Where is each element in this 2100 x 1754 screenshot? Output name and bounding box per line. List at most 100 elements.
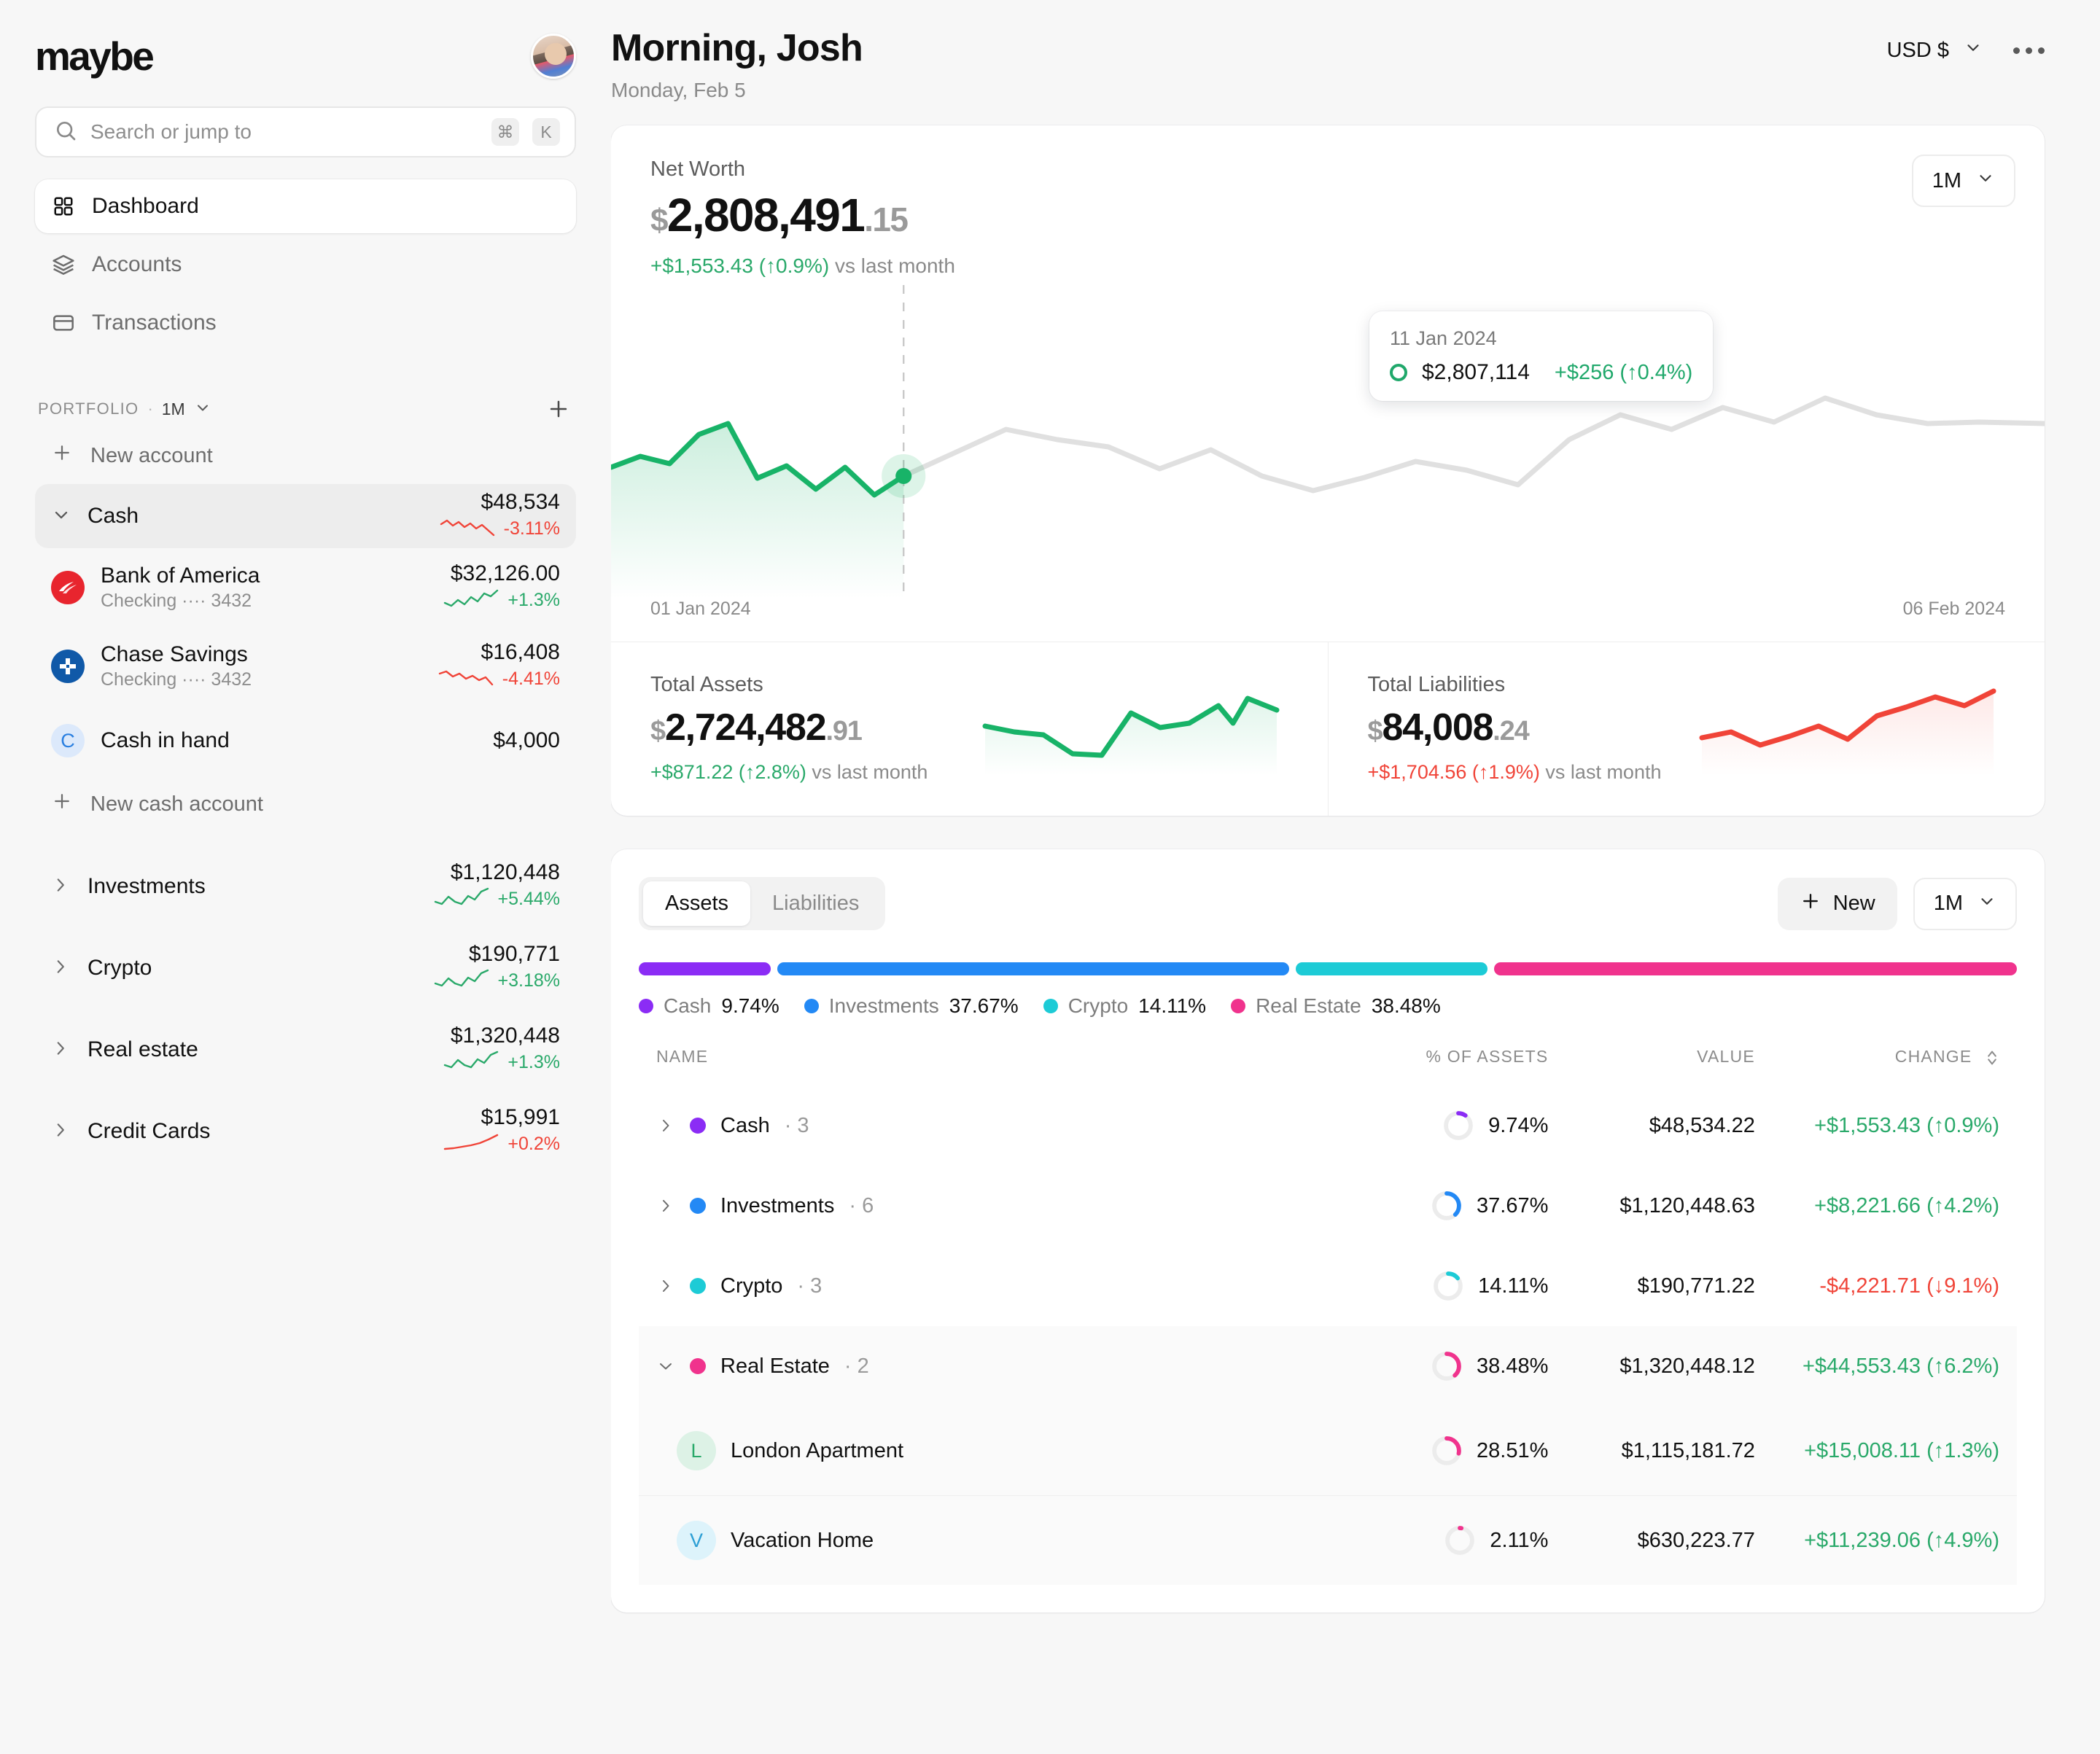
account-group-value: $15,991 [481,1105,560,1129]
avatar[interactable] [531,34,576,79]
account-name: Cash in hand [101,728,230,753]
card-icon [51,311,76,335]
search-input[interactable]: Search or jump to ⌘ K [35,106,576,157]
currency-selector[interactable]: USD $ [1887,38,1983,63]
legend-item-real-estate: Real Estate 38.48% [1231,994,1441,1018]
table-row[interactable]: Cash · 3 9.74% [639,1085,2017,1166]
chevron-right-icon[interactable] [51,1039,70,1061]
assets-table: NAME % OF ASSETS VALUE CHANGE [639,1047,2017,1585]
account-item-chase-savings[interactable]: Chase Savings Checking ···· 3432 $16,408… [35,627,576,706]
portfolio-separator: · [147,399,152,418]
total-assets-change-value: +$871.22 (↑2.8%) [650,761,806,783]
net-worth-change: +$1,553.43 (↑0.9%) vs last month [650,254,2005,278]
row-value: $1,120,448.63 [1548,1166,1755,1246]
main-nav: Dashboard Accounts Transactions [35,179,576,354]
row-label: Investments [720,1194,834,1218]
chevron-right-icon[interactable] [656,1197,675,1215]
add-portfolio-button[interactable] [544,394,573,424]
row-pct: 14.11% [1478,1274,1548,1298]
kbd-k: K [532,118,560,146]
sidebar-header: maybe [35,29,576,83]
layers-icon [51,252,76,277]
page-subtitle-date: Monday, Feb 5 [611,79,863,102]
chevron-right-icon[interactable] [51,876,70,898]
new-cash-account-button[interactable]: New cash account [35,776,576,833]
chase-logo [51,650,85,683]
tooltip-marker-icon [1390,364,1407,381]
account-group-crypto[interactable]: Crypto $190,771 +3.18% [35,927,576,1009]
col-change-label: CHANGE [1895,1047,1972,1066]
tab-liabilities[interactable]: Liabilities [750,881,881,926]
account-change: -4.41% [502,669,560,690]
chevron-down-icon [1964,38,1983,63]
col-pct-of-assets: % OF ASSETS [1356,1047,1549,1085]
assets-period-selector[interactable]: 1M [1913,878,2017,930]
legend-label: Cash [664,994,711,1018]
row-pct: 9.74% [1488,1114,1548,1138]
total-liabilities-stat: Total Liabilities $84,008.24 +$1,704.56 … [1328,642,2045,816]
account-item-cash-in-hand[interactable]: C Cash in hand $4,000 [35,706,576,776]
main-content: Morning, Josh Monday, Feb 5 USD $ Net Wo… [611,0,2100,1754]
portfolio-period[interactable]: 1M [162,399,185,419]
chevron-down-icon[interactable] [656,1357,675,1375]
account-group-investments[interactable]: Investments $1,120,448 +5.44% [35,846,576,927]
chevron-right-icon[interactable] [51,957,70,980]
period-label: 1M [1934,892,1963,916]
account-group-real-estate[interactable]: Real estate $1,320,448 +1.3% [35,1009,576,1091]
chevron-right-icon[interactable] [51,1120,70,1143]
tab-assets[interactable]: Assets [643,881,750,926]
account-item-bank-of-america[interactable]: Bank of America Checking ···· 3432 $32,1… [35,548,576,627]
table-row[interactable]: Crypto · 3 14.11% [639,1246,2017,1326]
net-worth-label: Net Worth [650,157,2005,182]
row-pct-cell: 14.11% [1356,1246,1549,1326]
account-group-change: +3.18% [498,970,561,991]
account-subtitle: Checking ···· 3432 [101,590,260,612]
row-name-cell: Investments · 6 [639,1166,1356,1246]
account-group-label: Crypto [88,956,152,981]
net-worth-cents: .15 [864,200,907,238]
net-worth-chart[interactable]: 11 Jan 2024 $2,807,114 +$256 (↑0.4%) [611,285,2045,599]
table-row[interactable]: L London Apartment 28.51% [639,1406,2017,1496]
more-horizontal-icon[interactable] [2013,47,2045,54]
net-worth-amount: $2,808,491.15 [650,192,2005,238]
table-header-row: NAME % OF ASSETS VALUE CHANGE [639,1047,2017,1085]
net-worth-period-selector[interactable]: 1M [1912,155,2015,207]
sidebar-item-accounts[interactable]: Accounts [35,238,576,292]
allocation-bar [611,930,2045,975]
bank-of-america-logo [51,571,85,604]
search-placeholder: Search or jump to [90,120,478,144]
sidebar-item-label: Accounts [92,252,182,277]
row-change: +$8,221.66 (↑4.2%) [1755,1166,2017,1246]
row-label: London Apartment [731,1439,903,1463]
table-row[interactable]: Real Estate · 2 38.48% [639,1326,2017,1406]
app-logo: maybe [35,36,152,77]
legend-dot-icon [1043,999,1058,1013]
search-icon [54,119,77,146]
chevron-down-icon[interactable] [194,399,211,420]
chevron-right-icon[interactable] [656,1117,675,1134]
account-group-cash[interactable]: Cash $48,534 -3.11% [35,484,576,548]
sidebar-item-dashboard[interactable]: Dashboard [35,179,576,233]
account-group-change: +5.44% [498,889,561,910]
account-group-credit-cards[interactable]: Credit Cards $15,991 +0.2% [35,1091,576,1172]
row-name-cell: V Vacation Home [639,1496,1356,1586]
net-worth-whole: 2,808,491 [667,189,864,241]
account-value: $32,126.00 [451,561,560,585]
table-row[interactable]: Investments · 6 37.67% [639,1166,2017,1246]
chevron-down-icon [1976,168,1995,193]
chart-tooltip: 11 Jan 2024 $2,807,114 +$256 (↑0.4%) [1369,311,1713,401]
account-subtitle: Checking ···· 3432 [101,669,252,690]
chevron-right-icon[interactable] [656,1277,675,1295]
donut-icon [1433,1271,1463,1301]
new-account-button[interactable]: New account [35,427,576,484]
new-asset-button[interactable]: New [1778,878,1897,930]
chevron-down-icon[interactable] [51,504,71,529]
sparkline-up-red [443,1131,500,1158]
table-row[interactable]: V Vacation Home 2.11% [639,1496,2017,1586]
legend-pct: 14.11% [1138,994,1206,1018]
col-change[interactable]: CHANGE [1755,1047,2017,1085]
assets-card-header: Assets Liabilities New 1M [611,849,2045,930]
legend-label: Investments [829,994,939,1018]
sidebar-item-transactions[interactable]: Transactions [35,296,576,350]
account-name: Bank of America [101,564,260,588]
